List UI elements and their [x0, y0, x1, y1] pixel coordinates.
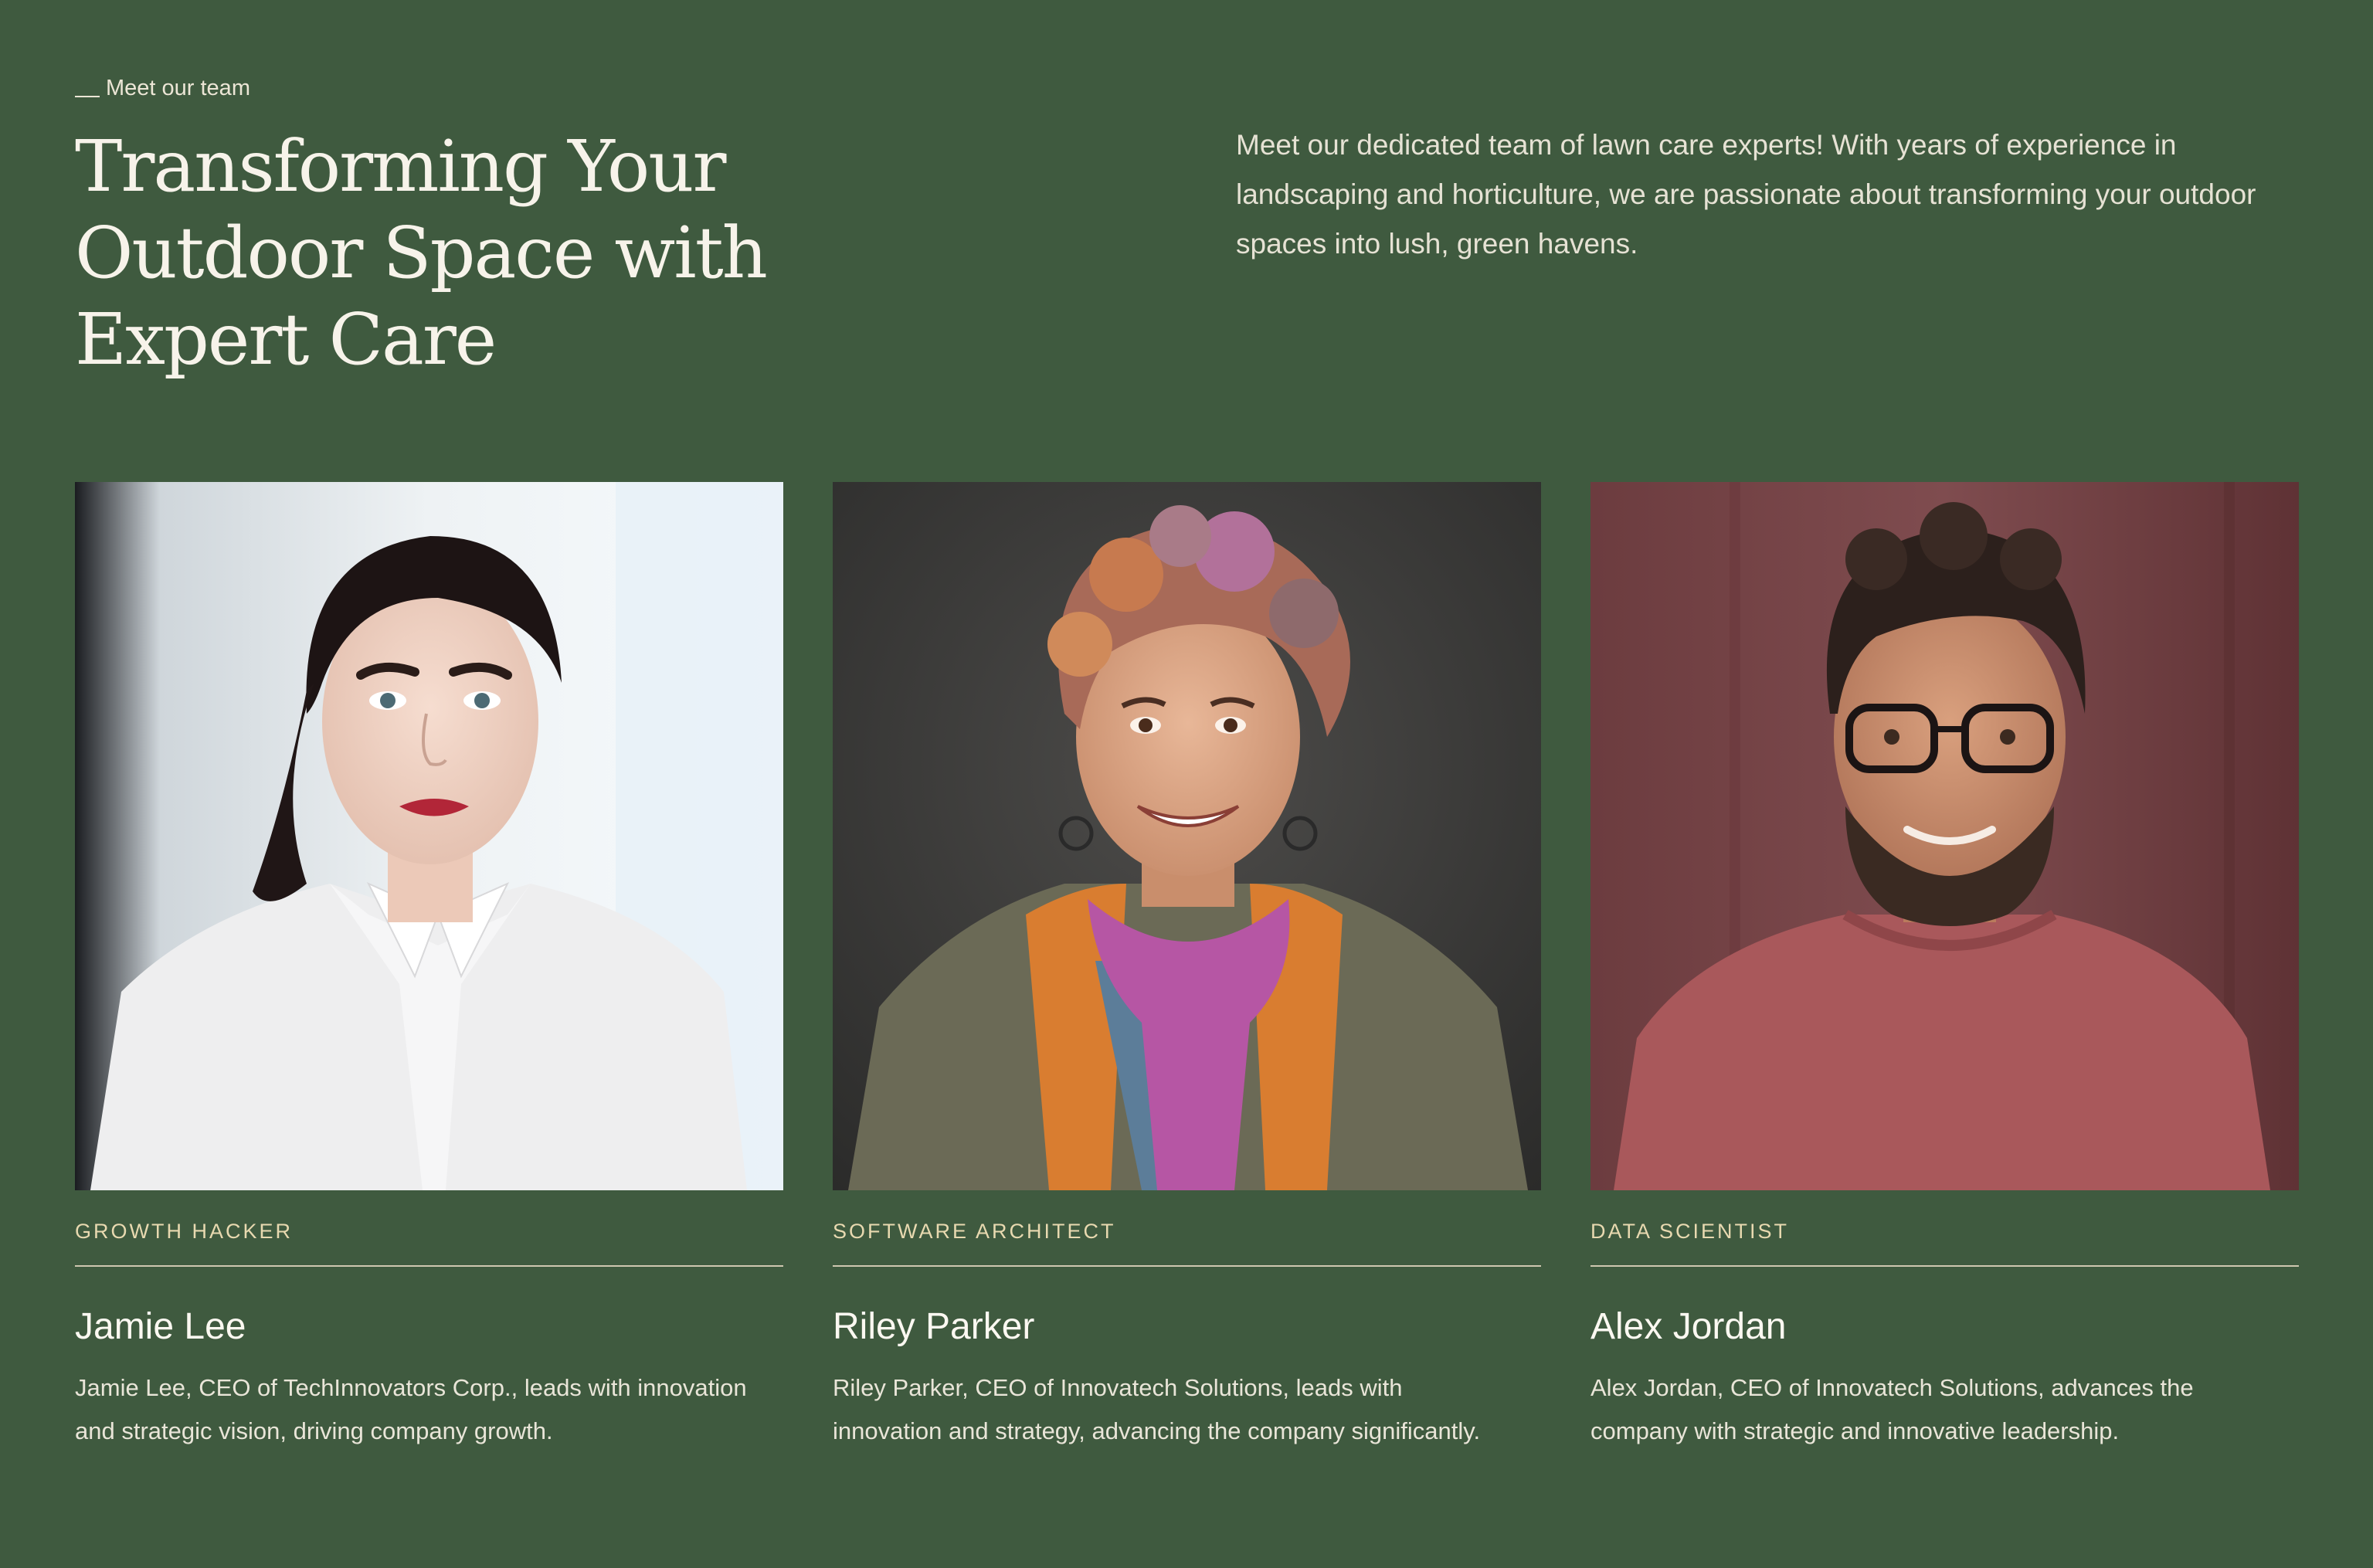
team-grid: GROWTH HACKER Jamie Lee Jamie Lee, CEO o… — [75, 482, 2299, 1453]
team-member-role: DATA SCIENTIST — [1590, 1220, 1790, 1243]
team-card: GROWTH HACKER Jamie Lee Jamie Lee, CEO o… — [75, 482, 783, 1453]
portrait-person-curly-hair — [833, 482, 1541, 1190]
team-member-photo — [1590, 482, 2299, 1190]
portrait-woman-white-shirt — [75, 482, 783, 1190]
section-intro: Meet our dedicated team of lawn care exp… — [1236, 129, 2256, 260]
team-member-bio: Alex Jordan, CEO of Innovatech Solutions… — [1590, 1373, 2194, 1444]
card-divider — [833, 1265, 1541, 1267]
card-divider — [1590, 1265, 2299, 1267]
section-eyebrow: Meet our team — [75, 77, 250, 100]
team-member-role: GROWTH HACKER — [75, 1220, 293, 1243]
team-member-name: Jamie Lee — [75, 1306, 246, 1347]
team-member-role: SOFTWARE ARCHITECT — [833, 1220, 1116, 1243]
card-divider — [75, 1265, 783, 1267]
team-member-photo — [833, 482, 1541, 1190]
team-member-name: Riley Parker — [833, 1306, 1035, 1347]
eyebrow-dash — [75, 96, 100, 97]
portrait-man-glasses — [1590, 482, 2299, 1190]
team-member-bio: Riley Parker, CEO of Innovatech Solution… — [833, 1373, 1481, 1444]
eyebrow-label: Meet our team — [106, 76, 250, 100]
team-card: DATA SCIENTIST Alex Jordan Alex Jordan, … — [1590, 482, 2299, 1453]
team-member-photo — [75, 482, 783, 1190]
team-member-name: Alex Jordan — [1590, 1306, 1787, 1347]
team-card: SOFTWARE ARCHITECT Riley Parker Riley Pa… — [833, 482, 1541, 1453]
team-member-bio: Jamie Lee, CEO of TechInnovators Corp., … — [75, 1373, 747, 1444]
section-headline: Transforming Your Outdoor Space with Exp… — [75, 125, 768, 381]
